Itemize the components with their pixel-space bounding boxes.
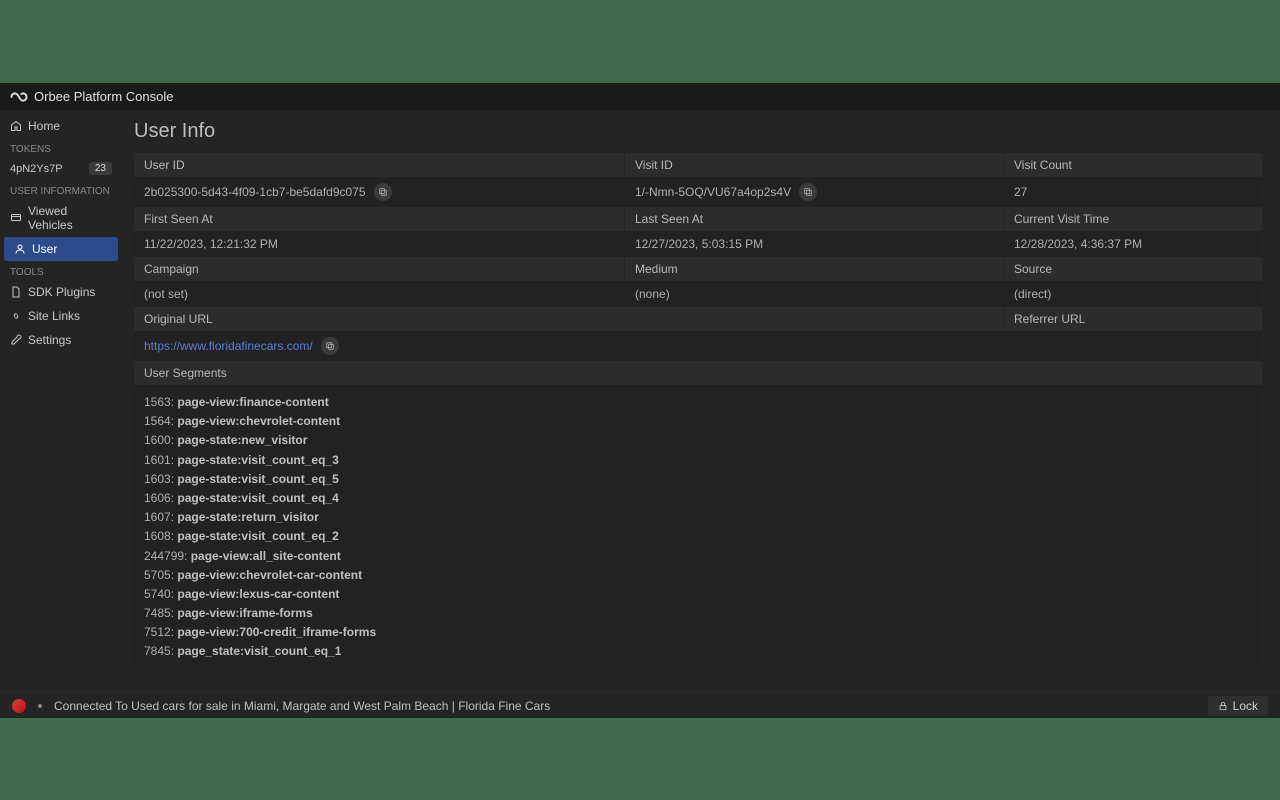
value-user-id: 2b025300-5d43-4f09-1cb7-be5dafd9c075	[134, 177, 625, 207]
app-header: Orbee Platform Console	[0, 83, 1280, 110]
copy-icon	[803, 187, 813, 197]
sidebar: Home TOKENS 4pN2Ys7P 23 USER INFORMATION…	[0, 110, 122, 692]
sidebar-item-label: Viewed Vehicles	[28, 204, 112, 232]
sidebar-section-user-info: USER INFORMATION	[0, 180, 122, 199]
token-badge: 23	[89, 162, 112, 175]
copy-visit-id-button[interactable]	[799, 183, 817, 201]
sidebar-item-sdk-plugins[interactable]: SDK Plugins	[0, 280, 122, 304]
label-current-visit-time: Current Visit Time	[1004, 207, 1262, 231]
label-source: Source	[1004, 257, 1262, 281]
sidebar-token-row[interactable]: 4pN2Ys7P 23	[0, 157, 122, 180]
label-visit-count: Visit Count	[1004, 153, 1262, 177]
sidebar-item-settings[interactable]: Settings	[0, 328, 122, 352]
copy-user-id-button[interactable]	[374, 183, 392, 201]
sidebar-item-home[interactable]: Home	[0, 114, 122, 138]
label-user-id: User ID	[134, 153, 625, 177]
sidebar-section-tokens: TOKENS	[0, 138, 122, 157]
label-visit-id: Visit ID	[625, 153, 1004, 177]
status-indicator-icon	[12, 699, 26, 713]
value-last-seen: 12/27/2023, 5:03:15 PM	[625, 231, 1004, 257]
segment-row: 7845: page_state:visit_count_eq_1	[144, 642, 1252, 661]
sidebar-section-tools: TOOLS	[0, 261, 122, 280]
segment-row: 7512: page-view:700-credit_iframe-forms	[144, 623, 1252, 642]
document-icon	[10, 286, 22, 298]
vehicle-icon	[10, 212, 22, 224]
sidebar-item-user[interactable]: User	[4, 237, 118, 261]
segment-row: 1564: page-view:chevrolet-content	[144, 412, 1252, 431]
user-info-table: User ID Visit ID Visit Count 2b025300-5d…	[134, 153, 1262, 670]
status-text: Connected To Used cars for sale in Miami…	[54, 699, 550, 713]
copy-icon	[325, 341, 335, 351]
original-url-link[interactable]: https://www.floridafinecars.com/	[144, 339, 313, 353]
value-campaign: (not set)	[134, 281, 625, 307]
segment-row: 1608: page-state:visit_count_eq_2	[144, 527, 1252, 546]
label-original-url: Original URL	[134, 307, 1004, 331]
segment-row: 7485: page-view:iframe-forms	[144, 604, 1252, 623]
value-visit-count: 27	[1004, 177, 1262, 207]
value-visit-id: 1/-Nmn-5OQ/VU67a4op2s4V	[625, 177, 1004, 207]
home-icon	[10, 120, 22, 132]
value-original-url: https://www.floridafinecars.com/	[134, 331, 1004, 361]
sidebar-item-label: SDK Plugins	[28, 285, 95, 299]
token-value: 4pN2Ys7P	[10, 163, 63, 175]
segment-row: 1603: page-state:visit_count_eq_5	[144, 470, 1252, 489]
segment-row: 1606: page-state:visit_count_eq_4	[144, 489, 1252, 508]
brand-logo-icon	[10, 90, 28, 104]
value-medium: (none)	[625, 281, 1004, 307]
wrench-icon	[10, 334, 22, 346]
label-user-segments: User Segments	[134, 361, 1262, 385]
segment-row: 1607: page-state:return_visitor	[144, 508, 1252, 527]
sidebar-item-site-links[interactable]: Site Links	[0, 304, 122, 328]
link-icon	[10, 310, 22, 322]
label-last-seen: Last Seen At	[625, 207, 1004, 231]
status-separator-icon	[38, 704, 42, 708]
segment-row: 5740: page-view:lexus-car-content	[144, 585, 1252, 604]
label-referrer-url: Referrer URL	[1004, 307, 1262, 331]
value-current-visit-time: 12/28/2023, 4:36:37 PM	[1004, 231, 1262, 257]
value-first-seen: 11/22/2023, 12:21:32 PM	[134, 231, 625, 257]
value-referrer-url	[1004, 331, 1262, 361]
segment-row: 1600: page-state:new_visitor	[144, 431, 1252, 450]
label-first-seen: First Seen At	[134, 207, 625, 231]
segment-row: 5705: page-view:chevrolet-car-content	[144, 566, 1252, 585]
user-icon	[14, 243, 26, 255]
sidebar-item-label: User	[32, 242, 57, 256]
sidebar-item-label: Home	[28, 119, 60, 133]
copy-original-url-button[interactable]	[321, 337, 339, 355]
user-segments-list: 1563: page-view:finance-content1564: pag…	[134, 385, 1262, 670]
status-bar: Connected To Used cars for sale in Miami…	[0, 692, 1280, 718]
segment-row: 1563: page-view:finance-content	[144, 393, 1252, 412]
lock-button[interactable]: Lock	[1208, 696, 1268, 716]
lock-label: Lock	[1233, 699, 1258, 713]
segment-row: 244799: page-view:all_site-content	[144, 547, 1252, 566]
copy-icon	[378, 187, 388, 197]
segment-row: 1601: page-state:visit_count_eq_3	[144, 451, 1252, 470]
sidebar-item-label: Site Links	[28, 309, 80, 323]
label-medium: Medium	[625, 257, 1004, 281]
value-source: (direct)	[1004, 281, 1262, 307]
main-content: User Info User ID Visit ID Visit Count 2…	[122, 110, 1280, 692]
lock-icon	[1218, 701, 1228, 711]
sidebar-item-viewed-vehicles[interactable]: Viewed Vehicles	[0, 199, 122, 237]
sidebar-item-label: Settings	[28, 333, 71, 347]
brand-title: Orbee Platform Console	[34, 89, 173, 104]
label-campaign: Campaign	[134, 257, 625, 281]
page-title: User Info	[134, 120, 1262, 143]
